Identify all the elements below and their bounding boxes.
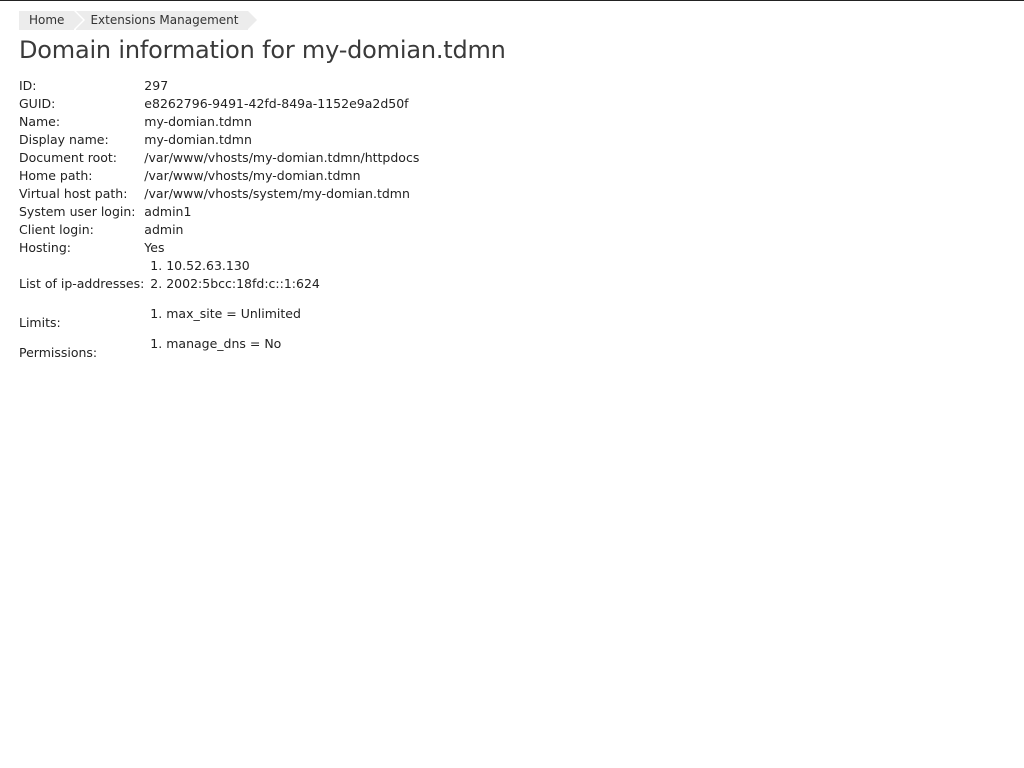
field-value: my-domian.tdmn bbox=[144, 132, 252, 147]
info-row: Client login: admin bbox=[19, 221, 419, 239]
list-number: 2. bbox=[150, 276, 163, 291]
field-value: /var/www/vhosts/my-domian.tdmn/httpdocs bbox=[144, 150, 420, 165]
field-label: ID: bbox=[19, 78, 37, 93]
field-label: List of ip-addresses: bbox=[19, 276, 145, 291]
field-value: /var/www/vhosts/my-domian.tdmn bbox=[144, 168, 361, 183]
field-value: my-domian.tdmn bbox=[144, 114, 252, 129]
field-label: Limits: bbox=[19, 315, 61, 330]
list-number: 1. bbox=[150, 306, 163, 321]
field-label: Document root: bbox=[19, 150, 118, 165]
field-value: admin1 bbox=[144, 204, 192, 219]
field-list: 1. 10.52.63.130 2. 2002:5bcc:18fd:c::1:624 bbox=[144, 257, 419, 305]
field-label: Display name: bbox=[19, 132, 109, 147]
info-row: Virtual host path: /var/www/vhosts/system… bbox=[19, 185, 419, 203]
info-list-row: Permissions: 1. manage_dns = No bbox=[19, 335, 419, 365]
field-label: Hosting: bbox=[19, 240, 72, 255]
info-row: Document root: /var/www/vhosts/my-domian.… bbox=[19, 149, 419, 167]
info-row: ID: 297 bbox=[19, 77, 419, 95]
field-value: admin bbox=[144, 222, 184, 237]
field-value: 297 bbox=[144, 78, 169, 93]
breadcrumb: Home Extensions Management bbox=[19, 11, 258, 30]
list-item: 1. 10.52.63.130 bbox=[144, 257, 419, 275]
list-item-text: manage_dns = No bbox=[166, 336, 282, 351]
info-row: Hosting: Yes bbox=[19, 239, 419, 257]
list-number: 1. bbox=[150, 336, 163, 351]
list-item-text: 10.52.63.130 bbox=[166, 258, 250, 273]
field-list: 1. manage_dns = No bbox=[144, 335, 419, 365]
breadcrumb-home[interactable]: Home bbox=[19, 11, 84, 30]
info-row: GUID: e8262796-9491-42fd-849a-1152e9a2d50… bbox=[19, 95, 419, 113]
breadcrumb-extensions-management[interactable]: Extensions Management bbox=[76, 11, 258, 30]
info-row: Display name: my-domian.tdmn bbox=[19, 131, 419, 149]
field-list: 1. max_site = Unlimited bbox=[144, 305, 419, 335]
field-label: Permissions: bbox=[19, 345, 98, 360]
list-item: 1. manage_dns = No bbox=[144, 335, 419, 353]
field-label: System user login: bbox=[19, 204, 136, 219]
field-label: GUID: bbox=[19, 96, 56, 111]
domain-info-table: ID: 297 GUID: e8262796-9491-42fd-849a-1152e… bbox=[19, 77, 419, 365]
field-label: Virtual host path: bbox=[19, 186, 128, 201]
info-list-row: Limits: 1. max_site = Unlimited bbox=[19, 305, 419, 335]
list-item: 1. max_site = Unlimited bbox=[144, 305, 419, 323]
info-list-row: List of ip-addresses: 1. 10.52.63.130 2. 200… bbox=[19, 257, 419, 305]
list-item-text: 2002:5bcc:18fd:c::1:624 bbox=[166, 276, 320, 291]
field-label: Home path: bbox=[19, 168, 93, 183]
info-row: Home path: /var/www/vhosts/my-domian.tdmn bbox=[19, 167, 419, 185]
field-label: Name: bbox=[19, 114, 61, 129]
list-item-text: max_site = Unlimited bbox=[166, 306, 301, 321]
page-title: Domain information for my-domian.tdmn bbox=[19, 36, 506, 64]
list-item: 2. 2002:5bcc:18fd:c::1:624 bbox=[144, 275, 419, 293]
field-value: Yes bbox=[144, 240, 165, 255]
field-value: e8262796-9491-42fd-849a-1152e9a2d50f bbox=[144, 96, 409, 111]
list-number: 1. bbox=[150, 258, 163, 273]
info-row: System user login: admin1 bbox=[19, 203, 419, 221]
field-value: /var/www/vhosts/system/my-domian.tdmn bbox=[144, 186, 410, 201]
info-row: Name: my-domian.tdmn bbox=[19, 113, 419, 131]
field-label: Client login: bbox=[19, 222, 94, 237]
